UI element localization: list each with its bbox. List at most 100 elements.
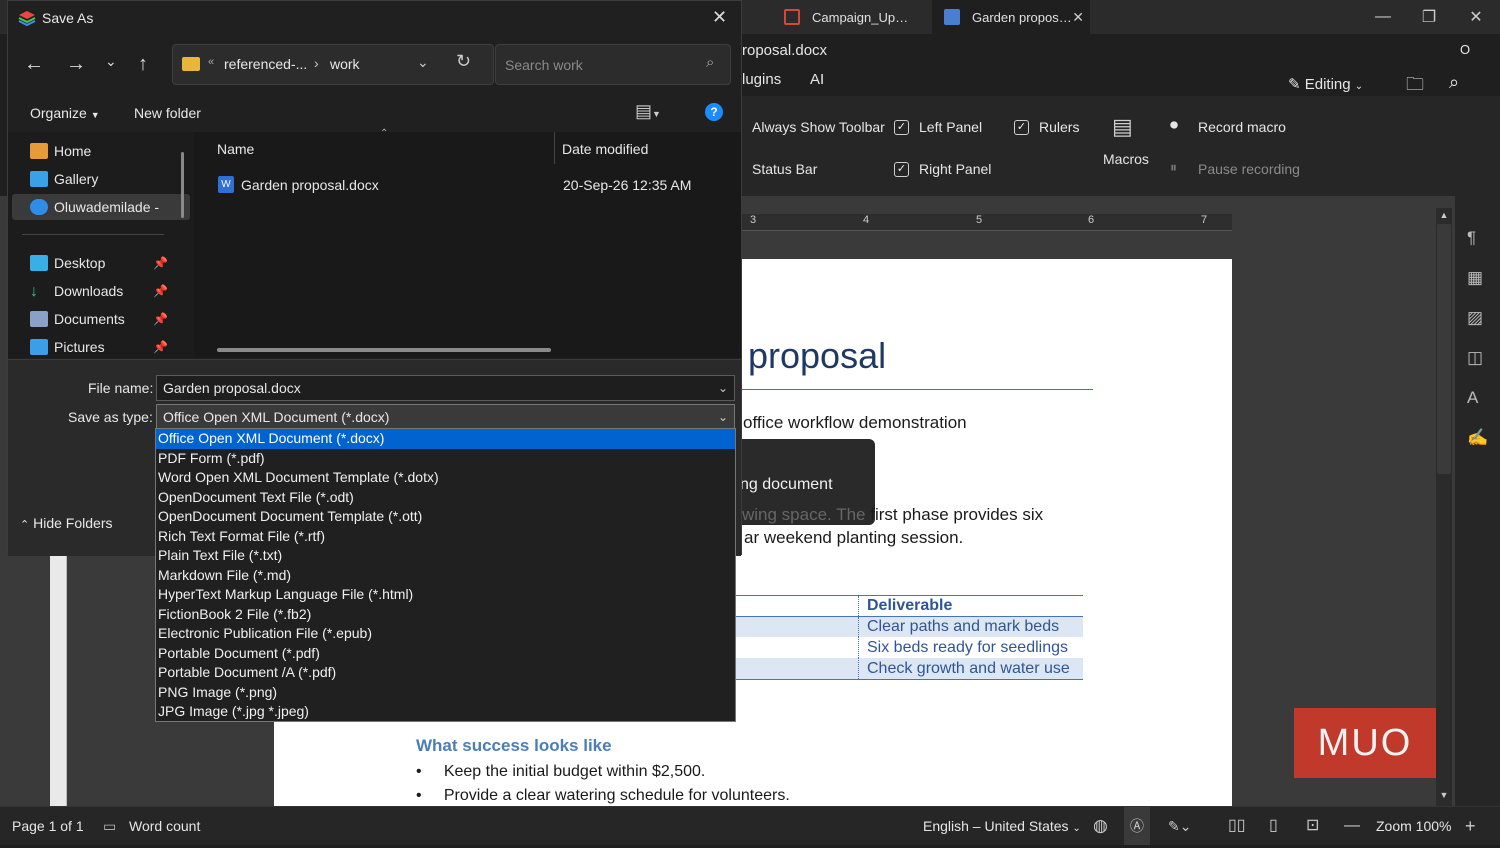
table-icon[interactable]: ▦ xyxy=(1467,268,1483,288)
text-art-icon[interactable]: A xyxy=(1467,388,1478,408)
hide-folders-button[interactable]: ⌃ Hide Folders xyxy=(20,515,112,531)
new-folder-button[interactable]: New folder xyxy=(134,105,201,121)
zoom-level[interactable]: Zoom 100% xyxy=(1376,807,1451,845)
restore-button[interactable]: ❐ xyxy=(1406,4,1452,30)
type-option[interactable]: OpenDocument Document Template (*.ott) xyxy=(156,507,735,527)
scroll-thumb[interactable] xyxy=(1437,224,1451,474)
search-icon[interactable]: ⌕ xyxy=(1449,72,1459,93)
type-option[interactable]: PNG Image (*.png) xyxy=(156,683,735,703)
rulers-checkbox[interactable]: ✓ xyxy=(1014,120,1029,135)
nav-item-gallery[interactable]: Gallery xyxy=(30,166,98,192)
scroll-down-icon[interactable]: ▼ xyxy=(1439,790,1449,800)
column-header-date[interactable]: Date modified xyxy=(562,141,648,157)
pause-icon: ⏸ xyxy=(1170,159,1177,175)
type-option[interactable]: Office Open XML Document (*.docx) xyxy=(156,429,735,449)
word-count-button[interactable]: Word count xyxy=(129,807,200,845)
multi-page-icon[interactable]: ▯▯ xyxy=(1228,807,1246,845)
editing-mode-button[interactable]: ✎ Editing ⌄ xyxy=(1288,75,1363,93)
record-macro-button[interactable]: Record macro xyxy=(1198,119,1286,135)
page-indicator[interactable]: Page 1 of 1 xyxy=(12,807,84,845)
recent-locations-icon[interactable]: ⌄ xyxy=(105,53,117,70)
globe-icon[interactable]: ◍ xyxy=(1093,807,1108,845)
address-dropdown-icon[interactable]: ⌄ xyxy=(417,54,429,71)
scroll-up-icon[interactable]: ▲ xyxy=(1439,210,1449,220)
nav-item-home[interactable]: Home xyxy=(30,138,91,164)
breadcrumb-item[interactable]: work xyxy=(330,56,360,72)
ruler-number: 5 xyxy=(976,214,983,226)
up-arrow-icon[interactable]: ↑ xyxy=(138,53,148,76)
breadcrumb-item[interactable]: referenced-... xyxy=(224,56,307,72)
tab-garden-proposal[interactable]: Garden propos… ✕ xyxy=(932,0,1090,34)
file-name-field[interactable]: Garden proposal.docx ⌄ xyxy=(156,375,735,401)
forward-arrow-icon[interactable]: → xyxy=(66,53,86,76)
type-option[interactable]: JPG Image (*.jpg *.jpeg) xyxy=(156,702,735,722)
nav-item-pictures[interactable]: Pictures 📌 xyxy=(30,334,180,360)
address-bar[interactable]: « referenced-... › work ⌄ ↻ xyxy=(172,44,494,85)
zoom-in-icon[interactable]: + xyxy=(1465,807,1476,845)
deliverables-table[interactable]: Deliverable Clear paths and mark beds Si… xyxy=(736,595,1083,680)
vertical-ruler[interactable] xyxy=(50,556,67,806)
right-panel-checkbox[interactable]: ✓ xyxy=(894,162,909,177)
close-dialog-icon[interactable]: ✕ xyxy=(712,7,727,28)
tab-label: Garden propos… xyxy=(972,9,1072,25)
nav-item-documents[interactable]: Documents 📌 xyxy=(30,306,180,332)
paragraph-icon[interactable]: ¶ xyxy=(1467,228,1476,248)
language-selector[interactable]: English – United States ⌄ xyxy=(923,807,1081,845)
track-changes-icon[interactable]: ✎⌄ xyxy=(1168,807,1191,845)
chevron-down-icon[interactable]: ⌄ xyxy=(718,376,728,400)
fit-width-icon[interactable]: ⊡ xyxy=(1306,807,1319,845)
back-arrow-icon[interactable]: ← xyxy=(24,53,44,76)
type-option[interactable]: OpenDocument Text File (*.odt) xyxy=(156,488,735,508)
zoom-out-icon[interactable]: — xyxy=(1344,807,1360,845)
horizontal-ruler[interactable]: 3 4 5 6 7 xyxy=(742,214,1232,231)
type-option[interactable]: Portable Document /A (*.pdf) xyxy=(156,663,735,683)
menu-plugins[interactable]: lugins xyxy=(742,71,781,88)
type-option[interactable]: PDF Form (*.pdf) xyxy=(156,449,735,469)
type-option[interactable]: HyperText Markup Language File (*.html) xyxy=(156,585,735,605)
close-window-button[interactable]: ✕ xyxy=(1453,4,1499,30)
file-row[interactable]: W Garden proposal.docx 20-Sep-26 12:35 A… xyxy=(194,172,741,198)
type-option[interactable]: FictionBook 2 File (*.fb2) xyxy=(156,605,735,625)
type-option[interactable]: Rich Text Format File (*.rtf) xyxy=(156,527,735,547)
vertical-scrollbar[interactable]: ▲ ▼ xyxy=(1436,208,1452,806)
type-option[interactable]: Word Open XML Document Template (*.dotx) xyxy=(156,468,735,488)
save-as-type-select[interactable]: Office Open XML Document (*.docx) ⌄ xyxy=(156,404,735,430)
type-option[interactable]: Plain Text File (*.txt) xyxy=(156,546,735,566)
nav-item-onedrive[interactable]: Oluwademilade - xyxy=(12,194,190,220)
macros-button[interactable]: Macros xyxy=(1103,151,1149,167)
type-option[interactable]: Electronic Publication File (*.epub) xyxy=(156,624,735,644)
tab-campaign[interactable]: Campaign_Up… xyxy=(772,0,930,34)
spellcheck-icon[interactable]: Ⓐ xyxy=(1124,807,1150,845)
nav-item-desktop[interactable]: Desktop 📌 xyxy=(30,250,180,276)
breadcrumb-overflow[interactable]: « xyxy=(208,56,214,68)
horizontal-scrollbar[interactable] xyxy=(217,348,551,352)
profile-initial[interactable]: O xyxy=(1460,42,1470,57)
help-icon[interactable]: ? xyxy=(705,103,723,121)
record-macro-icon: ⏺ xyxy=(1170,117,1179,134)
always-show-toolbar-option[interactable]: Always Show Toolbar xyxy=(752,119,885,135)
view-options-icon[interactable]: ▤▼ xyxy=(635,101,661,122)
close-tab-icon[interactable]: ✕ xyxy=(1072,9,1084,26)
chevron-down-icon: ⌄ xyxy=(1354,81,1364,92)
type-option[interactable]: Markdown File (*.md) xyxy=(156,566,735,586)
nav-scrollbar[interactable] xyxy=(181,152,184,218)
left-panel-checkbox[interactable]: ✓ xyxy=(894,120,909,135)
shapes-icon[interactable]: ◫ xyxy=(1467,348,1483,368)
organize-button[interactable]: Organize ▼ xyxy=(30,105,100,121)
status-bar-option[interactable]: Status Bar xyxy=(752,161,817,177)
type-option[interactable]: Portable Document (*.pdf) xyxy=(156,644,735,664)
minimize-button[interactable]: — xyxy=(1360,4,1406,30)
pause-recording-button[interactable]: Pause recording xyxy=(1198,161,1300,177)
image-icon[interactable]: ▨ xyxy=(1467,308,1483,328)
pin-icon: 📌 xyxy=(153,312,168,326)
search-box[interactable]: Search work ⌕ xyxy=(495,44,731,85)
save-type-dropdown[interactable]: Office Open XML Document (*.docx) PDF Fo… xyxy=(155,428,736,722)
refresh-icon[interactable]: ↻ xyxy=(456,51,471,72)
menu-ai[interactable]: AI xyxy=(810,71,824,88)
search-input[interactable]: Search work xyxy=(505,57,583,73)
nav-item-downloads[interactable]: ↓ Downloads 📌 xyxy=(30,278,180,304)
chevron-down-icon: ⌄ xyxy=(717,410,728,424)
column-header-name[interactable]: Name xyxy=(217,141,254,157)
signature-icon[interactable]: ✍ xyxy=(1467,428,1488,448)
fit-page-icon[interactable]: ▯ xyxy=(1269,807,1278,845)
